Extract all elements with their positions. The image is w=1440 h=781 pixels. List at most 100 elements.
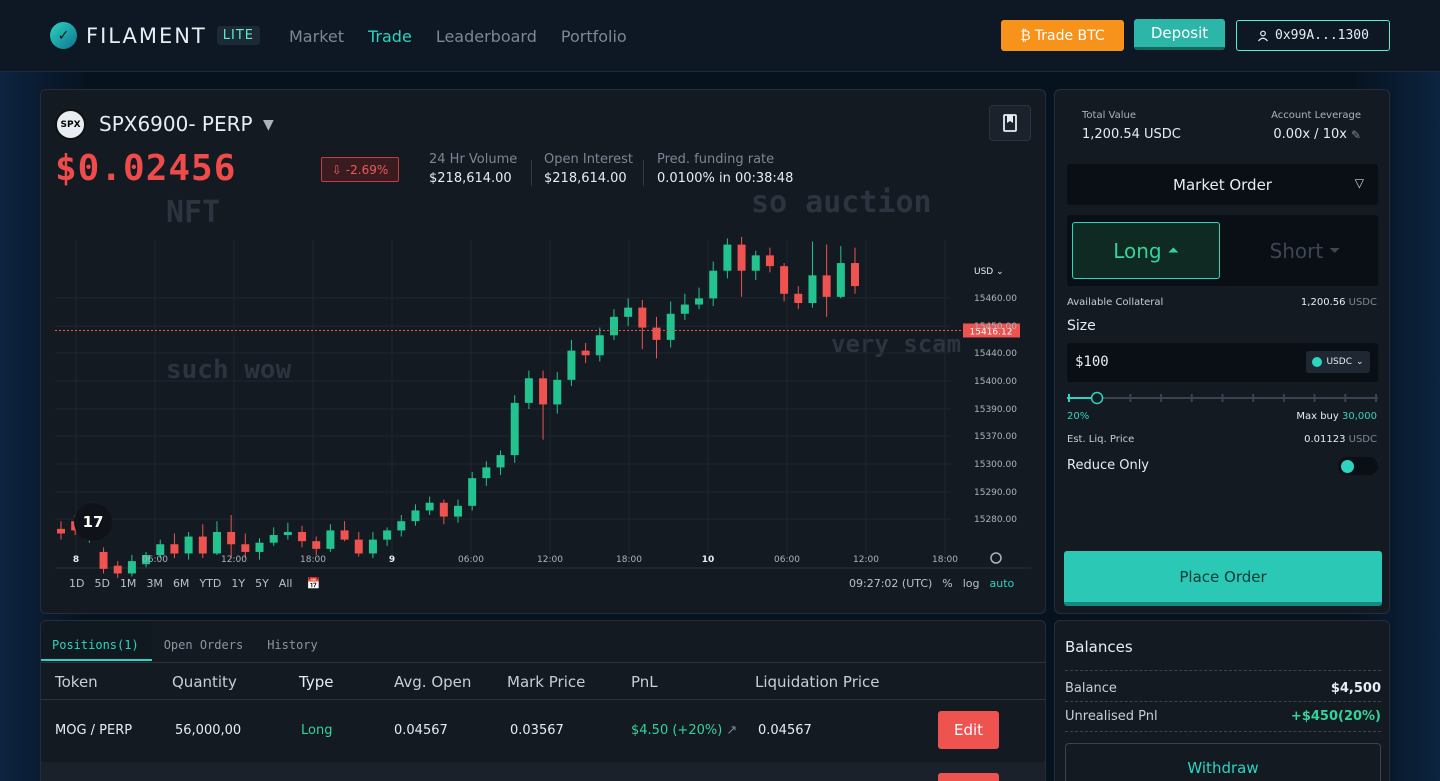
timeframe-1m[interactable]: 1M bbox=[120, 577, 137, 590]
size-input[interactable]: $100 USDC ⌄ bbox=[1067, 343, 1378, 382]
chevron-down-icon[interactable]: ▼ bbox=[263, 117, 274, 133]
stat-funding-rate: Pred. funding rate 0.0100% in 00:38:48 bbox=[657, 152, 793, 186]
x-tick-label: 06:00 bbox=[458, 555, 484, 565]
reduce-only-label: Reduce Only bbox=[1067, 458, 1149, 473]
order-type-select[interactable]: Market Order ▽ bbox=[1067, 164, 1378, 205]
price-change-badge: ⇩ -2.69% bbox=[321, 157, 399, 182]
timeframe-5d[interactable]: 5D bbox=[94, 577, 109, 590]
divider bbox=[1065, 701, 1381, 702]
slider-tick bbox=[1252, 394, 1255, 402]
timeframe-3m[interactable]: 3M bbox=[146, 577, 163, 590]
order-panel: Total Value 1,200.54 USDC Account Levera… bbox=[1054, 89, 1390, 614]
slider-percent: 20% bbox=[1067, 411, 1090, 422]
timeframe-1y[interactable]: 1Y bbox=[231, 577, 245, 590]
wallet-button[interactable]: 0x99A...1300 bbox=[1236, 20, 1390, 51]
nav-leaderboard[interactable]: Leaderboard bbox=[436, 27, 537, 46]
nav-market[interactable]: Market bbox=[289, 27, 344, 46]
reduce-only-toggle[interactable] bbox=[1338, 457, 1378, 475]
candle-body bbox=[723, 244, 732, 271]
divider bbox=[1065, 670, 1381, 671]
unrealised-value: +$450(20%) bbox=[1290, 709, 1381, 724]
divider bbox=[643, 160, 644, 186]
balance-row: Balance $4,500 bbox=[1065, 681, 1381, 696]
tradingview-logo[interactable]: 17 bbox=[74, 503, 112, 541]
unrealised-label: Unrealised Pnl bbox=[1065, 709, 1158, 724]
candle-body bbox=[836, 263, 845, 297]
total-value-label: Total Value bbox=[1082, 110, 1136, 121]
cell-avg-open: 0.04567 bbox=[394, 723, 448, 738]
logo[interactable]: ✓ FILAMENT LITE bbox=[50, 22, 260, 49]
edit-pencil-icon[interactable]: ✎ bbox=[1351, 128, 1361, 142]
filament-logo-icon: ✓ bbox=[50, 22, 77, 49]
candle-body bbox=[269, 535, 278, 543]
x-tick-label: 12:00 bbox=[537, 555, 563, 565]
long-button[interactable]: Long ⏶ bbox=[1072, 222, 1220, 279]
nav-portfolio[interactable]: Portfolio bbox=[561, 27, 627, 46]
tab-positions[interactable]: Positions(1) bbox=[41, 621, 152, 661]
timeframe-1d[interactable]: 1D bbox=[69, 577, 84, 590]
nav-trade[interactable]: Trade bbox=[368, 27, 412, 46]
deposit-button[interactable]: Deposit bbox=[1134, 19, 1225, 50]
date-range-icon[interactable]: 📅 bbox=[306, 577, 320, 590]
size-slider[interactable] bbox=[1067, 390, 1378, 406]
size-label: Size bbox=[1067, 318, 1096, 334]
collateral-unit: USDC bbox=[1348, 297, 1377, 308]
market-name[interactable]: SPX6900- PERP bbox=[99, 112, 253, 136]
candle-body bbox=[283, 531, 292, 536]
slider-handle[interactable] bbox=[1090, 391, 1104, 405]
external-link-icon[interactable]: ↗ bbox=[726, 723, 737, 738]
candle-body bbox=[298, 531, 307, 542]
collateral: 1,200.56 USDC bbox=[1301, 297, 1377, 308]
gear-icon[interactable] bbox=[990, 552, 1002, 564]
candle-body bbox=[312, 541, 321, 549]
candle-body bbox=[624, 307, 633, 317]
percent-toggle[interactable]: % bbox=[942, 577, 952, 590]
bookmark-button[interactable] bbox=[989, 105, 1031, 141]
side-selector: Long ⏶ Short ⏷ bbox=[1067, 215, 1378, 286]
edit-button[interactable]: Edit bbox=[938, 711, 999, 749]
timeframe-all[interactable]: All bbox=[279, 577, 293, 590]
timeframe-bar: 1D 5D 1M 3M 6M YTD 1Y 5Y All 📅 bbox=[69, 577, 330, 590]
timeframe-ytd[interactable]: YTD bbox=[199, 577, 221, 590]
divider bbox=[1065, 731, 1381, 732]
wallet-address: 0x99A...1300 bbox=[1275, 28, 1369, 43]
slider-tick bbox=[1190, 394, 1193, 402]
candle-body bbox=[368, 539, 377, 554]
market-price: $0.02456 bbox=[55, 148, 237, 189]
candle-body bbox=[652, 327, 661, 340]
candle-body bbox=[751, 255, 760, 271]
trade-btc-button[interactable]: ₿ Trade BTC bbox=[1001, 20, 1124, 51]
brand-name: FILAMENT bbox=[86, 23, 207, 48]
candle-body bbox=[454, 505, 462, 517]
col-token: Token bbox=[55, 673, 98, 691]
trade-btc-label: Trade BTC bbox=[1034, 27, 1105, 44]
liq-price-label: Est. Liq. Price bbox=[1067, 434, 1135, 445]
slider-tick bbox=[1221, 394, 1224, 402]
candle-body bbox=[212, 531, 221, 554]
timeframe-5y[interactable]: 5Y bbox=[255, 577, 269, 590]
log-toggle[interactable]: log bbox=[963, 577, 980, 590]
x-tick-label: 18:00 bbox=[932, 555, 958, 565]
auto-toggle[interactable]: auto bbox=[990, 577, 1015, 590]
tab-open-orders[interactable]: Open Orders bbox=[152, 621, 255, 661]
size-currency-select[interactable]: USDC ⌄ bbox=[1306, 351, 1370, 373]
chevron-down-icon: ▽ bbox=[1354, 176, 1364, 190]
candle-body bbox=[567, 350, 576, 380]
cell-pnl: $4.50 (+20%) ↗ bbox=[631, 723, 737, 738]
place-order-button[interactable]: Place Order bbox=[1064, 551, 1382, 606]
short-button[interactable]: Short ⏷ bbox=[1235, 222, 1375, 279]
candle-body bbox=[383, 530, 392, 540]
y-tick-label: 15370.00 bbox=[974, 432, 1017, 442]
cell-liquidation-price: 0.04567 bbox=[758, 723, 812, 738]
candle-body bbox=[510, 402, 519, 456]
candle-body bbox=[524, 378, 533, 403]
candle-body bbox=[553, 379, 562, 405]
timeframe-6m[interactable]: 6M bbox=[173, 577, 190, 590]
withdraw-button[interactable]: Withdraw bbox=[1065, 743, 1381, 781]
candle-body bbox=[326, 530, 335, 549]
tab-history[interactable]: History bbox=[255, 621, 330, 661]
candle-body bbox=[411, 510, 420, 522]
candle-body bbox=[113, 565, 122, 574]
x-tick-label: 18:00 bbox=[300, 555, 326, 565]
edit-button[interactable] bbox=[938, 773, 999, 781]
